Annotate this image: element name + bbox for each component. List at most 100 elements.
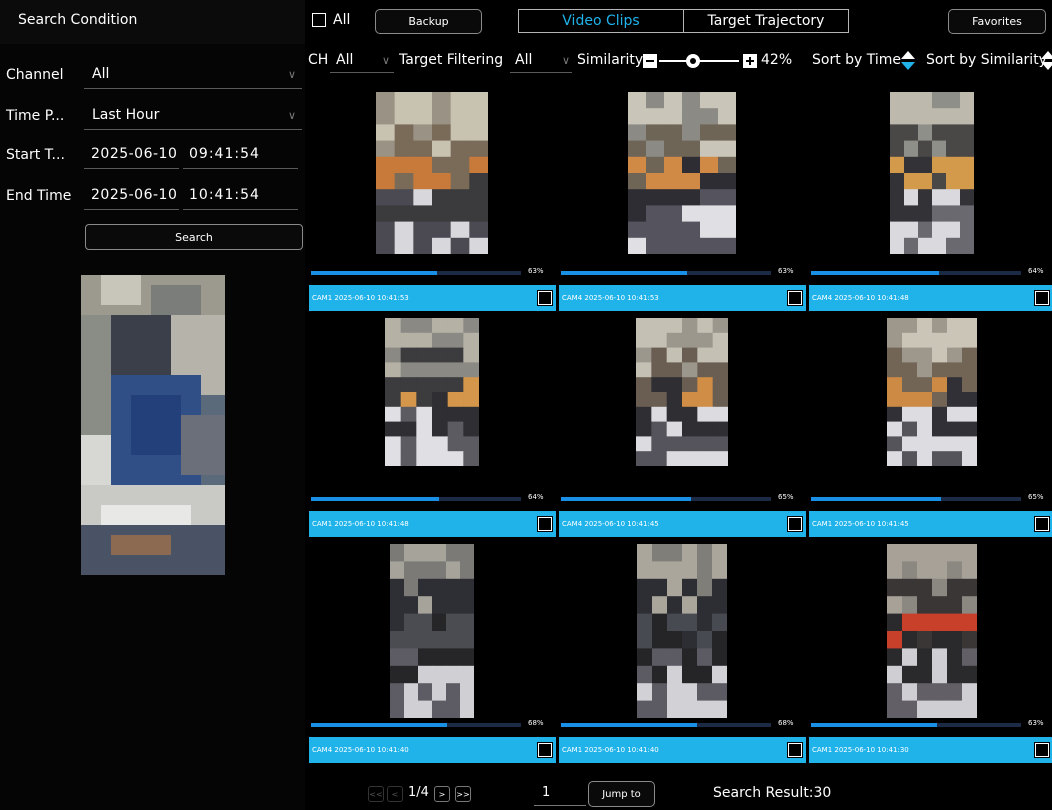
- result-caption-bar[interactable]: CAM1 2025-06-10 10:41:53: [309, 285, 556, 311]
- search-button[interactable]: Search: [85, 224, 303, 250]
- jump-page-value: 1: [542, 785, 551, 800]
- result-thumbnail-pixels: [390, 544, 474, 718]
- end-time-value: 10:41:54: [189, 187, 260, 203]
- start-date-value: 2025-06-10: [91, 146, 178, 162]
- favorites-button[interactable]: Favorites: [948, 9, 1046, 34]
- end-date-field[interactable]: 2025-06-10: [84, 183, 179, 210]
- similarity-bar-fill: [311, 497, 439, 501]
- result-caption: CAM1 2025-06-10 10:41:40: [562, 746, 659, 754]
- result-thumbnail[interactable]: [887, 318, 977, 466]
- similarity-minus-icon[interactable]: [643, 54, 657, 68]
- result-caption: CAM1 2025-06-10 10:41:45: [812, 520, 909, 528]
- result-caption-bar[interactable]: CAM4 2025-06-10 10:41:48: [809, 285, 1052, 311]
- tab-target-trajectory[interactable]: Target Trajectory: [683, 9, 849, 33]
- result-thumbnail[interactable]: [628, 92, 736, 254]
- similarity-bar-fill: [811, 497, 941, 501]
- result-select-checkbox[interactable]: [1034, 290, 1050, 306]
- result-thumbnail-pixels: [385, 318, 479, 466]
- panel-title: Search Condition: [18, 12, 138, 28]
- similarity-percent: 64%: [528, 493, 544, 501]
- result-thumbnail-pixels: [637, 544, 727, 718]
- jump-to-button[interactable]: Jump to: [588, 781, 655, 807]
- result-caption: CAM1 2025-06-10 10:41:53: [312, 294, 409, 302]
- tab-video-clips[interactable]: Video Clips: [518, 9, 684, 33]
- prev-page-button[interactable]: <: [387, 786, 403, 802]
- chevron-down-icon: ∨: [561, 54, 570, 67]
- next-page-button[interactable]: >: [434, 786, 450, 802]
- result-thumbnail[interactable]: [376, 92, 488, 254]
- first-page-button[interactable]: <<: [368, 786, 384, 802]
- result-thumbnail-pixels: [628, 92, 736, 254]
- result-caption-bar[interactable]: CAM1 2025-06-10 10:41:40: [559, 737, 806, 763]
- select-all-checkbox[interactable]: [312, 13, 326, 27]
- result-thumbnail[interactable]: [890, 92, 974, 254]
- similarity-bar: [811, 723, 1021, 727]
- result-select-checkbox[interactable]: [1034, 516, 1050, 532]
- result-select-checkbox[interactable]: [787, 516, 803, 532]
- similarity-bar: [811, 271, 1021, 275]
- start-date-field[interactable]: 2025-06-10: [84, 142, 179, 169]
- result-caption: CAM1 2025-06-10 10:41:30: [812, 746, 909, 754]
- result-caption: CAM4 2025-06-10 10:41:45: [562, 520, 659, 528]
- similarity-bar: [561, 271, 771, 275]
- result-select-checkbox[interactable]: [1034, 742, 1050, 758]
- target-filtering-value: All: [515, 52, 533, 68]
- similarity-slider[interactable]: [659, 54, 739, 68]
- similarity-percent: 65%: [778, 493, 794, 501]
- result-thumbnail-pixels: [890, 92, 974, 254]
- backup-button[interactable]: Backup: [375, 9, 482, 34]
- result-thumbnail[interactable]: [636, 318, 728, 466]
- target-image-pixels: [81, 275, 225, 575]
- similarity-percent: 63%: [778, 267, 794, 275]
- sort-arrows-icon[interactable]: [1041, 50, 1052, 72]
- result-caption-bar[interactable]: CAM1 2025-06-10 10:41:30: [809, 737, 1052, 763]
- similarity-percent: 63%: [1028, 719, 1044, 727]
- similarity-bar: [311, 723, 521, 727]
- result-select-checkbox[interactable]: [787, 290, 803, 306]
- similarity-bar-fill: [561, 271, 687, 275]
- result-caption-bar[interactable]: CAM4 2025-06-10 10:41:45: [559, 511, 806, 537]
- end-time-label: End Time: [6, 188, 72, 204]
- last-page-button[interactable]: >>: [455, 786, 471, 802]
- ch-value: All: [336, 52, 354, 68]
- similarity-bar-fill: [561, 723, 697, 727]
- ch-select[interactable]: All ∨: [330, 48, 394, 73]
- time-period-label: Time P...: [6, 108, 65, 124]
- target-filtering-select[interactable]: All ∨: [510, 48, 572, 73]
- sort-by-time-label[interactable]: Sort by Time: [812, 52, 901, 68]
- similarity-bar-fill: [811, 271, 939, 275]
- time-period-select[interactable]: Last Hour ∨: [84, 103, 302, 130]
- result-select-checkbox[interactable]: [537, 516, 553, 532]
- similarity-percent: 64%: [1028, 267, 1044, 275]
- jump-page-input[interactable]: 1: [534, 783, 586, 806]
- similarity-bar: [561, 723, 771, 727]
- result-select-checkbox[interactable]: [537, 742, 553, 758]
- similarity-percent: 63%: [528, 267, 544, 275]
- similarity-bar-fill: [311, 723, 447, 727]
- result-caption-bar[interactable]: CAM1 2025-06-10 10:41:45: [809, 511, 1052, 537]
- similarity-plus-icon[interactable]: [743, 54, 757, 68]
- similarity-bar: [311, 271, 521, 275]
- channel-label: Channel: [6, 67, 64, 83]
- start-time-field[interactable]: 09:41:54: [183, 142, 298, 169]
- channel-select[interactable]: All ∨: [84, 62, 302, 89]
- result-caption: CAM4 2025-06-10 10:41:40: [312, 746, 409, 754]
- result-caption: CAM4 2025-06-10 10:41:53: [562, 294, 659, 302]
- target-filtering-label: Target Filtering: [399, 52, 504, 68]
- result-thumbnail[interactable]: [390, 544, 474, 718]
- result-thumbnail[interactable]: [637, 544, 727, 718]
- sort-by-similarity-label[interactable]: Sort by Similarity: [926, 52, 1047, 68]
- result-select-checkbox[interactable]: [537, 290, 553, 306]
- result-caption-bar[interactable]: CAM1 2025-06-10 10:41:48: [309, 511, 556, 537]
- end-time-field[interactable]: 10:41:54: [183, 183, 298, 210]
- chevron-down-icon: ∨: [287, 109, 296, 122]
- result-caption-bar[interactable]: CAM4 2025-06-10 10:41:53: [559, 285, 806, 311]
- chevron-down-icon: ∨: [381, 54, 390, 67]
- channel-value: All: [92, 66, 110, 82]
- result-thumbnail[interactable]: [385, 318, 479, 466]
- result-thumbnail[interactable]: [887, 544, 977, 718]
- similarity-slider-knob[interactable]: [686, 54, 700, 68]
- result-select-checkbox[interactable]: [787, 742, 803, 758]
- result-caption-bar[interactable]: CAM4 2025-06-10 10:41:40: [309, 737, 556, 763]
- sort-arrows-icon[interactable]: [901, 50, 915, 72]
